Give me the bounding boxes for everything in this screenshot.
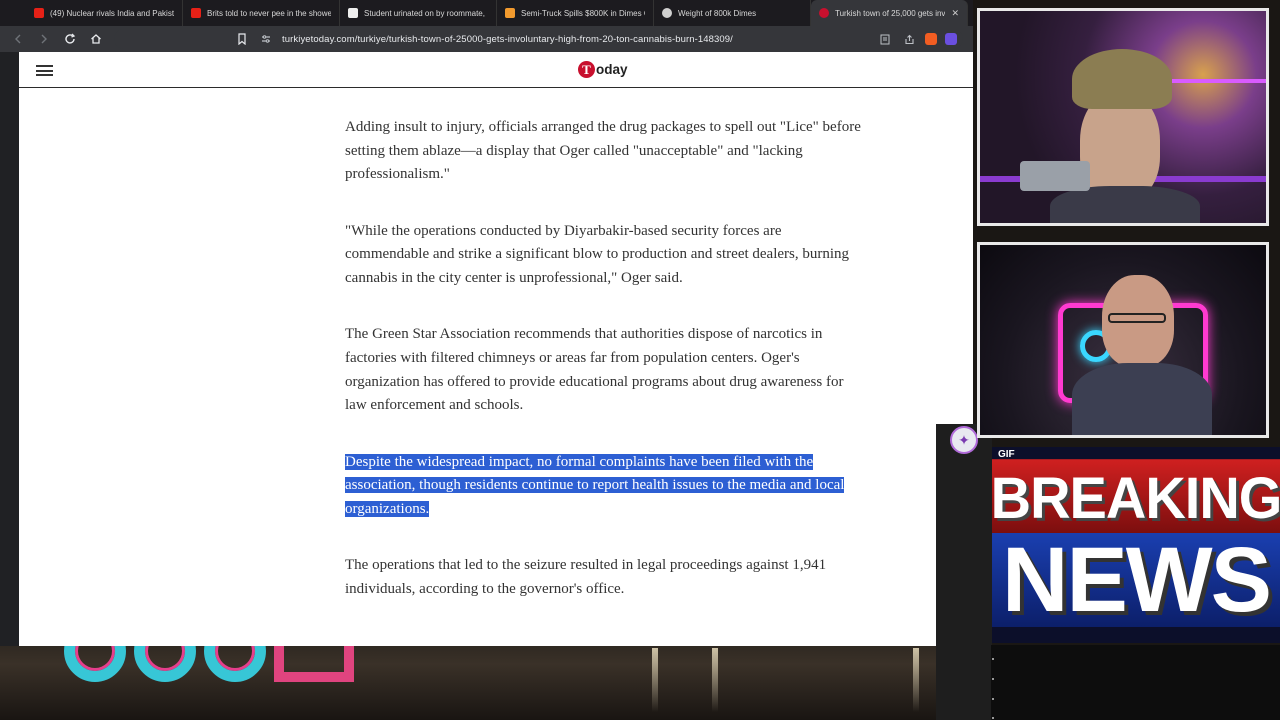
reader-mode-icon[interactable] [877,31,893,47]
tab-favicon-icon [348,8,358,18]
stream-canvas: (49) Nuclear rivals India and Pakista Br… [0,0,1280,720]
site-settings-icon[interactable] [258,31,274,47]
rewards-icon[interactable] [945,33,957,45]
article-paragraph: The operations that led to the seizure r… [345,557,827,597]
tab-1[interactable]: Brits told to never pee in the showe [183,0,340,26]
overlay-panel [936,424,992,720]
brave-shield-icon[interactable] [925,33,937,45]
back-arrow-icon[interactable] [10,31,26,47]
site-header: T oday [19,52,973,88]
tab-title: Semi-Truck Spills $800K in Dimes C [521,8,645,18]
tab-0[interactable]: (49) Nuclear rivals India and Pakista [26,0,183,26]
browser-toolbar: turkiyetoday.com/turkiye/turkish-town-of… [0,26,973,52]
webcam-top [977,8,1269,226]
article-paragraph: "While the operations conducted by Diyar… [345,222,850,287]
breaking-text: BREAKING [992,459,1280,535]
share-icon[interactable] [901,31,917,47]
logo-mark: T [578,61,595,78]
tab-title: Brits told to never pee in the showe [207,8,331,18]
text-selection[interactable]: Despite the widespread impact, no formal… [345,453,845,517]
tab-close-icon[interactable]: ✕ [951,8,959,19]
tab-5-active[interactable]: Turkish town of 25,000 gets inv ✕ [811,0,968,26]
home-icon[interactable] [88,31,104,47]
hamburger-menu-icon[interactable] [36,65,53,76]
address-bar[interactable]: turkiyetoday.com/turkiye/turkish-town-of… [114,29,963,49]
tab-4[interactable]: Weight of 800k Dimes [654,0,811,26]
tab-title: (49) Nuclear rivals India and Pakista [50,8,174,18]
bird-badge-icon: ✦ [950,426,978,454]
tab-favicon-icon [191,8,201,18]
webcam-bottom [977,242,1269,438]
tab-strip: (49) Nuclear rivals India and Pakista Br… [0,0,973,26]
url-text[interactable]: turkiyetoday.com/turkiye/turkish-town-of… [282,34,869,45]
reload-icon[interactable] [62,31,78,47]
news-text: NEWS [992,529,1280,631]
tab-favicon-icon [819,8,829,18]
site-logo[interactable]: T oday [578,61,628,78]
tab-2[interactable]: Student urinated on by roommate, [340,0,497,26]
dot-column [991,645,1280,720]
tab-3[interactable]: Semi-Truck Spills $800K in Dimes C [497,0,654,26]
article-paragraph: The Green Star Association recommends th… [345,326,844,414]
forward-arrow-icon[interactable] [36,31,52,47]
article-paragraph: Adding insult to injury, officials arran… [345,119,861,183]
bookmark-icon[interactable] [234,31,250,47]
tab-title: Student urinated on by roommate, [364,8,485,18]
logo-word: oday [596,62,628,77]
article-body: Adding insult to injury, officials arran… [345,116,865,634]
tab-favicon-icon [662,8,672,18]
breaking-news-gif: GIF BREAKING NEWS [992,447,1280,643]
webpage: T oday Adding insult to injury, official… [19,52,973,646]
neon-logo-fragment [64,620,354,688]
tab-favicon-icon [34,8,44,18]
tab-title: Turkish town of 25,000 gets inv [835,8,946,18]
tab-favicon-icon [505,8,515,18]
tab-title: Weight of 800k Dimes [678,8,757,18]
article-paragraph-selected: Despite the widespread impact, no formal… [345,451,865,522]
